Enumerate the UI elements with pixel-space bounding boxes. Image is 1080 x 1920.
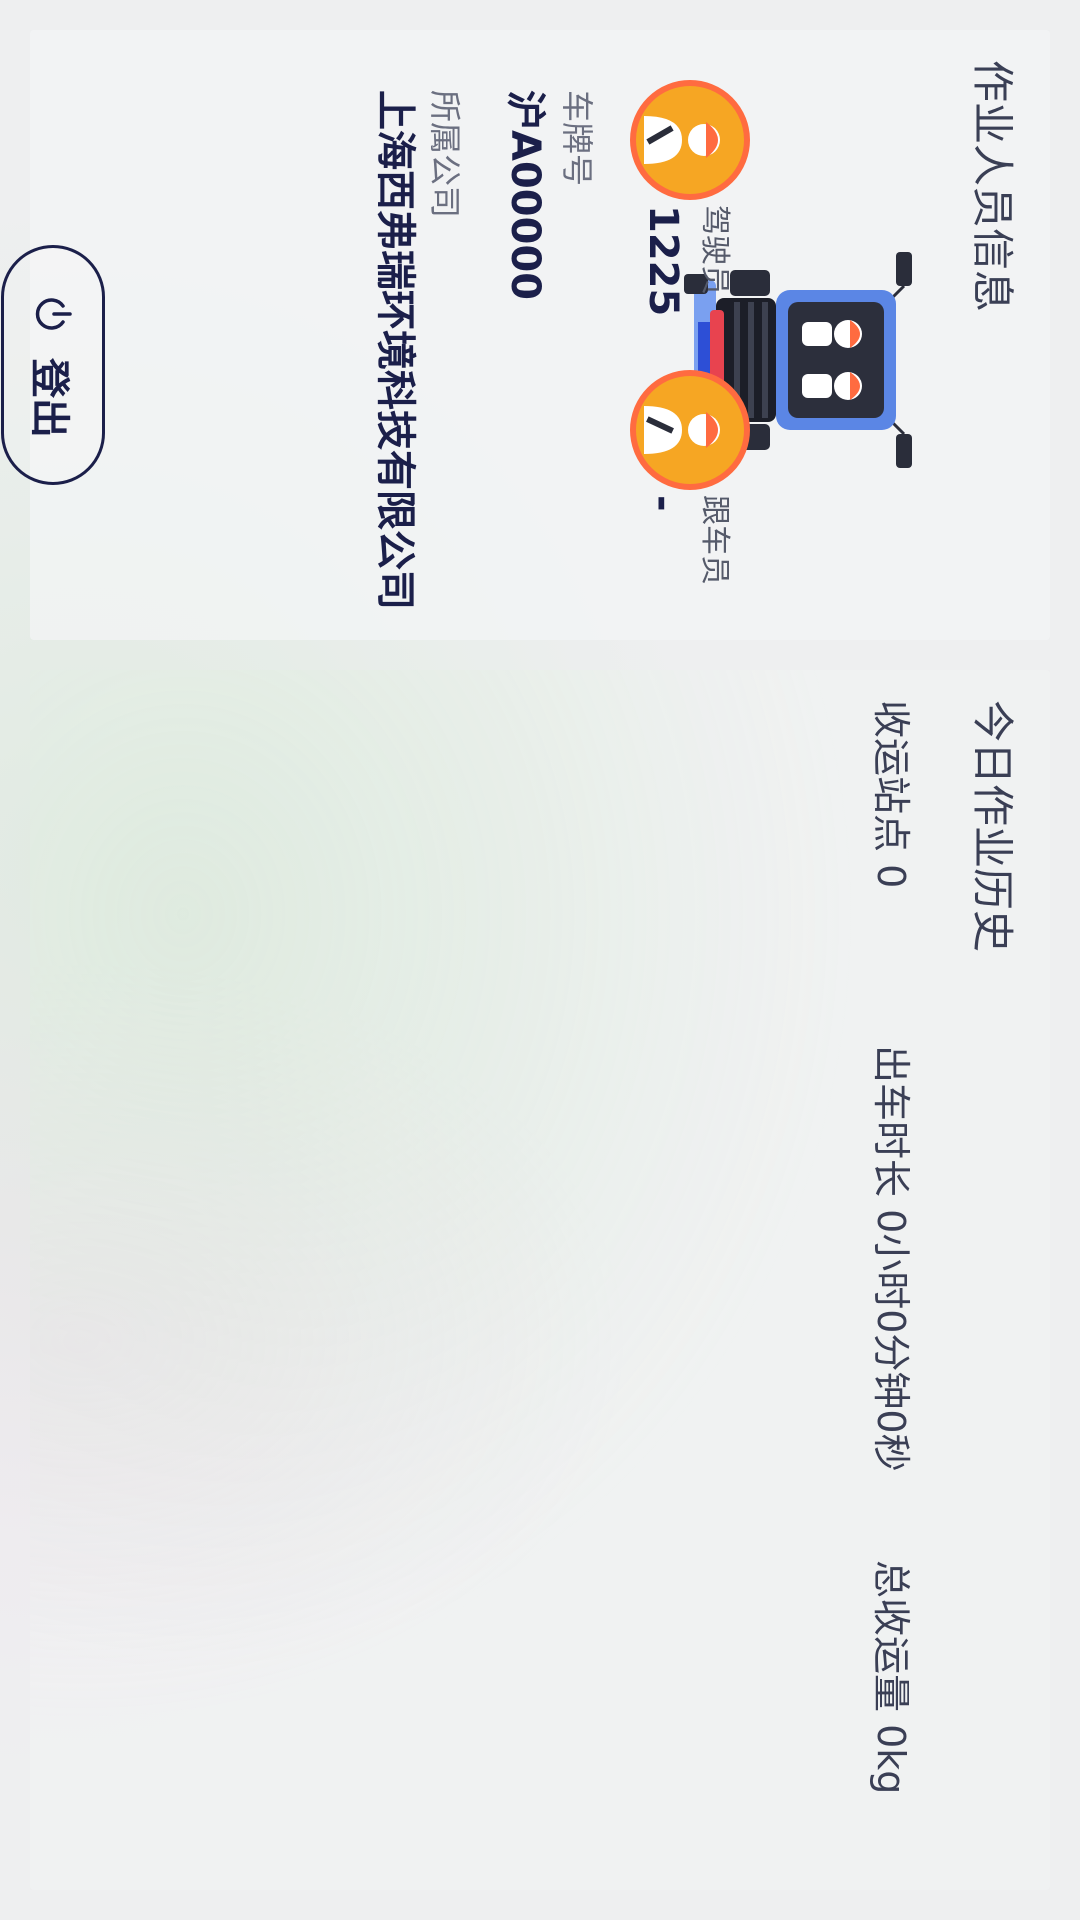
operator-info-title: 作业人员信息 bbox=[968, 60, 1017, 313]
plate-label: 车牌号 bbox=[558, 90, 596, 187]
driver-block: 驾驶员 1225 bbox=[610, 80, 750, 340]
logout-label: 登出 bbox=[26, 358, 72, 438]
plate-value: 沪A00000 bbox=[502, 90, 548, 301]
duration-stat: 出车时长 0小时0分钟0秒 bbox=[869, 1045, 913, 1472]
rotated-content: 作业人员信息 驾驶员 1225 跟车员 - 车牌号 沪A00000 所属公司 上… bbox=[0, 0, 1080, 1920]
operator-info-panel: 作业人员信息 驾驶员 1225 跟车员 - 车牌号 沪A00000 所属公司 上… bbox=[1, 30, 1050, 640]
company-value: 上海西弗瑞环境科技有限公司 bbox=[372, 90, 418, 610]
history-title: 今日作业历史 bbox=[968, 700, 1017, 953]
escort-value: - bbox=[640, 495, 686, 512]
driver-value: 1225 bbox=[640, 205, 686, 317]
driver-avatar-icon bbox=[630, 80, 750, 200]
driver-label: 驾驶员 bbox=[697, 205, 732, 295]
history-panel: 今日作业历史 收运站点 0 出车时长 0小时0分钟0秒 总收运量 0kg bbox=[30, 670, 1050, 1890]
escort-label: 跟车员 bbox=[697, 495, 732, 585]
total-stat: 总收运量 0kg bbox=[869, 1560, 913, 1795]
company-label: 所属公司 bbox=[426, 90, 464, 219]
stations-stat: 收运站点 0 bbox=[869, 700, 913, 889]
logout-button[interactable]: 登出 bbox=[1, 245, 105, 485]
escort-avatar-icon bbox=[630, 370, 750, 490]
escort-block: 跟车员 - bbox=[610, 370, 750, 630]
screen: 作业人员信息 驾驶员 1225 跟车员 - 车牌号 沪A00000 所属公司 上… bbox=[0, 0, 1080, 1920]
power-icon bbox=[35, 298, 72, 330]
